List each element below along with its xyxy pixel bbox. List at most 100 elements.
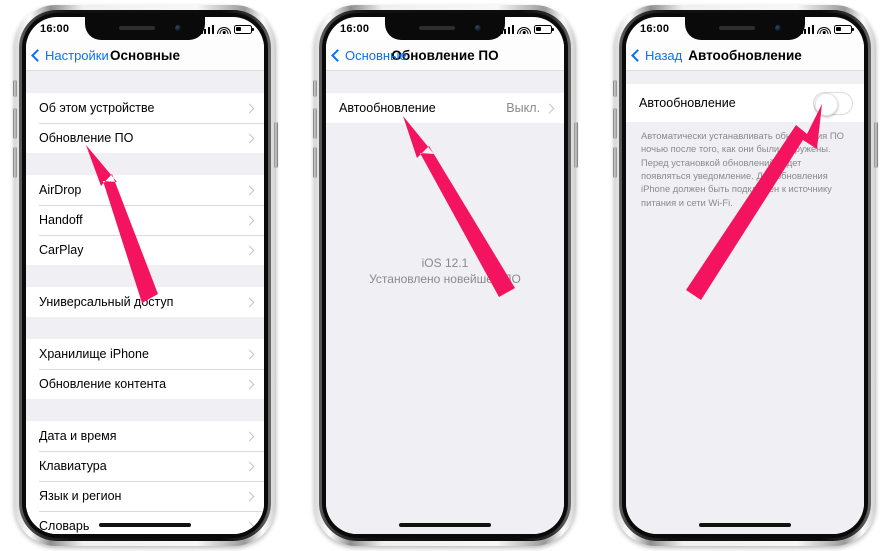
- chevron-left-icon: [331, 49, 344, 62]
- back-button-3[interactable]: Назад: [631, 40, 683, 71]
- volume-up-button[interactable]: [13, 108, 17, 139]
- auto-update-toggle-switch[interactable]: [813, 91, 853, 116]
- ios-version-label: iOS 12.1: [421, 256, 469, 270]
- software-update-content[interactable]: Автообновление Выкл. iOS 12.1 Установлен…: [326, 71, 564, 534]
- list-item-software-update[interactable]: Обновление ПО: [26, 123, 264, 153]
- settings-group-auto-update-toggle: Автообновление: [626, 84, 864, 122]
- home-indicator[interactable]: [99, 523, 191, 527]
- list-item[interactable]: Хранилище iPhone: [26, 339, 264, 369]
- settings-group-auto-update: Автообновление Выкл.: [326, 93, 564, 123]
- settings-group-accessibility: Универсальный доступ: [26, 287, 264, 317]
- list-item-label: Handoff: [39, 213, 83, 227]
- list-item[interactable]: CarPlay: [26, 235, 264, 265]
- chevron-right-icon: [244, 245, 255, 255]
- volume-up-button[interactable]: [313, 108, 317, 139]
- list-item-label: Универсальный доступ: [39, 295, 174, 309]
- auto-update-content[interactable]: Автообновление Автоматически устанавлива…: [626, 71, 864, 534]
- iphone-device-3: 16:00 Назад Автообновление Автообновлени…: [600, 0, 891, 551]
- list-group-gap: [626, 71, 864, 84]
- power-button[interactable]: [274, 122, 278, 168]
- chevron-right-icon: [244, 521, 255, 531]
- list-item[interactable]: Дата и время: [26, 421, 264, 451]
- status-clock: 16:00: [640, 23, 670, 35]
- battery-icon: [234, 24, 254, 34]
- list-item-auto-update-toggle[interactable]: Автообновление: [626, 84, 864, 122]
- chevron-right-icon: [244, 133, 255, 143]
- list-item[interactable]: Клавиатура: [26, 451, 264, 481]
- list-item[interactable]: Язык и регион: [26, 481, 264, 511]
- update-status-message: iOS 12.1 Установлено новейшее ПО: [326, 256, 564, 286]
- power-button[interactable]: [874, 122, 878, 168]
- wifi-icon: [217, 25, 231, 34]
- chevron-left-icon: [631, 49, 644, 62]
- toggle-knob: [815, 92, 838, 116]
- chevron-right-icon: [244, 297, 255, 307]
- chevron-right-icon: [244, 215, 255, 225]
- list-item-label: AirDrop: [39, 183, 82, 197]
- settings-group-locale: Дата и время Клавиатура Язык и регион Сл…: [26, 421, 264, 534]
- list-group-gap: [26, 153, 264, 175]
- status-indicators: [200, 24, 254, 34]
- settings-group-storage: Хранилище iPhone Обновление контента: [26, 339, 264, 399]
- list-item-label: Обновление ПО: [39, 131, 134, 145]
- volume-down-button[interactable]: [613, 147, 617, 178]
- chevron-right-icon: [244, 379, 255, 389]
- list-item[interactable]: Handoff: [26, 205, 264, 235]
- home-indicator[interactable]: [399, 523, 491, 527]
- back-button-label-2: Основные: [345, 48, 407, 63]
- power-button[interactable]: [574, 122, 578, 168]
- iphone-device-2: 16:00 Основные Обновление ПО Автообновле…: [300, 0, 591, 551]
- status-indicators: [500, 24, 554, 34]
- volume-up-button[interactable]: [613, 108, 617, 139]
- list-item[interactable]: AirDrop: [26, 175, 264, 205]
- page-title-2: Обновление ПО: [391, 47, 499, 63]
- list-item-auto-update[interactable]: Автообновление Выкл.: [326, 93, 564, 123]
- screenshot-stage: 16:00 Настройки Основные Об этом устройс…: [0, 0, 891, 551]
- battery-icon: [834, 24, 854, 34]
- list-item-value: Выкл.: [506, 101, 540, 115]
- list-item-label: CarPlay: [39, 243, 84, 257]
- iphone-device-1: 16:00 Настройки Основные Об этом устройс…: [0, 0, 291, 551]
- auto-update-footnote: Автоматически устанавливать обновления П…: [626, 122, 864, 220]
- phone-screen-2: 16:00 Основные Обновление ПО Автообновле…: [326, 17, 564, 534]
- list-item[interactable]: Об этом устройстве: [26, 93, 264, 123]
- home-indicator[interactable]: [699, 523, 791, 527]
- chevron-right-icon: [544, 103, 555, 113]
- chevron-right-icon: [244, 349, 255, 359]
- settings-group-device: Об этом устройстве Обновление ПО: [26, 93, 264, 153]
- back-button-2[interactable]: Основные: [331, 40, 407, 71]
- list-group-gap: [26, 399, 264, 421]
- back-button-1[interactable]: Настройки: [31, 40, 109, 71]
- nav-bar-2: Основные Обновление ПО: [326, 40, 564, 71]
- mute-switch[interactable]: [13, 80, 17, 97]
- list-group-gap: [26, 71, 264, 93]
- chevron-right-icon: [244, 185, 255, 195]
- battery-icon: [534, 24, 554, 34]
- list-item-label: Обновление контента: [39, 377, 167, 391]
- chevron-right-icon: [244, 491, 255, 501]
- cellular-signal-icon: [200, 24, 214, 34]
- list-item[interactable]: Универсальный доступ: [26, 287, 264, 317]
- volume-down-button[interactable]: [313, 147, 317, 178]
- status-clock: 16:00: [40, 23, 70, 35]
- mute-switch[interactable]: [313, 80, 317, 97]
- page-title-1: Основные: [110, 47, 180, 63]
- back-button-label-1: Настройки: [45, 48, 109, 63]
- list-item-label: Об этом устройстве: [39, 101, 155, 115]
- list-item-label: Язык и регион: [39, 489, 122, 503]
- page-title-3: Автообновление: [688, 47, 802, 63]
- list-item-label: Клавиатура: [39, 459, 107, 473]
- chevron-right-icon: [244, 103, 255, 113]
- mute-switch[interactable]: [613, 80, 617, 97]
- status-bar: 16:00: [626, 17, 864, 40]
- list-item[interactable]: Обновление контента: [26, 369, 264, 399]
- volume-down-button[interactable]: [13, 147, 17, 178]
- chevron-right-icon: [244, 461, 255, 471]
- list-item-label: Автообновление: [639, 96, 736, 110]
- chevron-right-icon: [244, 431, 255, 441]
- cellular-signal-icon: [500, 24, 514, 34]
- list-group-gap: [26, 265, 264, 287]
- back-button-label-3: Назад: [645, 48, 683, 63]
- settings-list-1[interactable]: Об этом устройстве Обновление ПО AirDrop: [26, 71, 264, 534]
- wifi-icon: [817, 25, 831, 34]
